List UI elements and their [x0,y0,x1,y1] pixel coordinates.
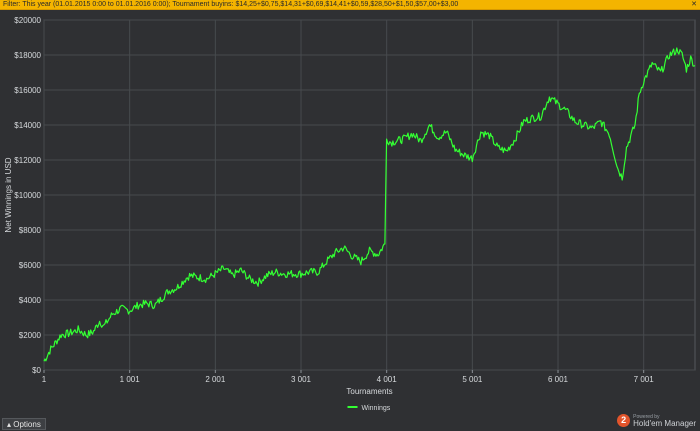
y-axis-title: Net Winnings in USD [4,157,13,232]
series-line-winnings [43,47,696,362]
x-tick-label: 1 [42,375,47,384]
triangle-up-icon: ▴ [7,420,12,429]
brand-name: Hold'em Manager [633,418,696,428]
x-tick-label: 5 001 [462,375,483,384]
y-tick-label: $14000 [14,121,41,130]
x-tick-label: 3 001 [291,375,312,384]
legend-label: Winnings [362,405,391,412]
x-axis-title: Tournaments [346,387,392,396]
y-tick-label: $18000 [14,51,41,60]
y-tick-label: $20000 [14,16,41,25]
y-tick-label: $0 [32,366,41,375]
filter-text: Filter: This year (01.01.2015 0:00 to 01… [3,1,459,8]
y-tick-label: $2000 [19,331,42,340]
brand-logo: 2 Powered by Hold'em Manager [617,411,696,430]
x-tick-label: 2 001 [205,375,226,384]
x-tick-label: 1 001 [120,375,141,384]
x-tick-label: 7 001 [634,375,655,384]
x-tick-label: 6 001 [548,375,569,384]
hm2-logo-icon: 2 [617,414,631,427]
x-tick-label: 4 001 [377,375,398,384]
y-tick-label: $8000 [19,226,42,235]
options-button[interactable]: ▴ Options [2,418,46,430]
y-tick-label: $4000 [19,296,42,305]
winnings-chart: $0 $2000 $4000 $6000 $8000 $10000 $12000 $14000… [4,16,696,412]
y-tick-label: $10000 [14,191,41,200]
x-icon[interactable]: ✕ [688,0,697,9]
filter-bar[interactable]: Filter: This year (01.01.2015 0:00 to 01… [0,0,700,10]
y-tick-label: $16000 [14,86,41,95]
y-tick-label: $6000 [19,261,42,270]
y-tick-label: $12000 [14,156,41,165]
options-label: Options [13,420,41,429]
